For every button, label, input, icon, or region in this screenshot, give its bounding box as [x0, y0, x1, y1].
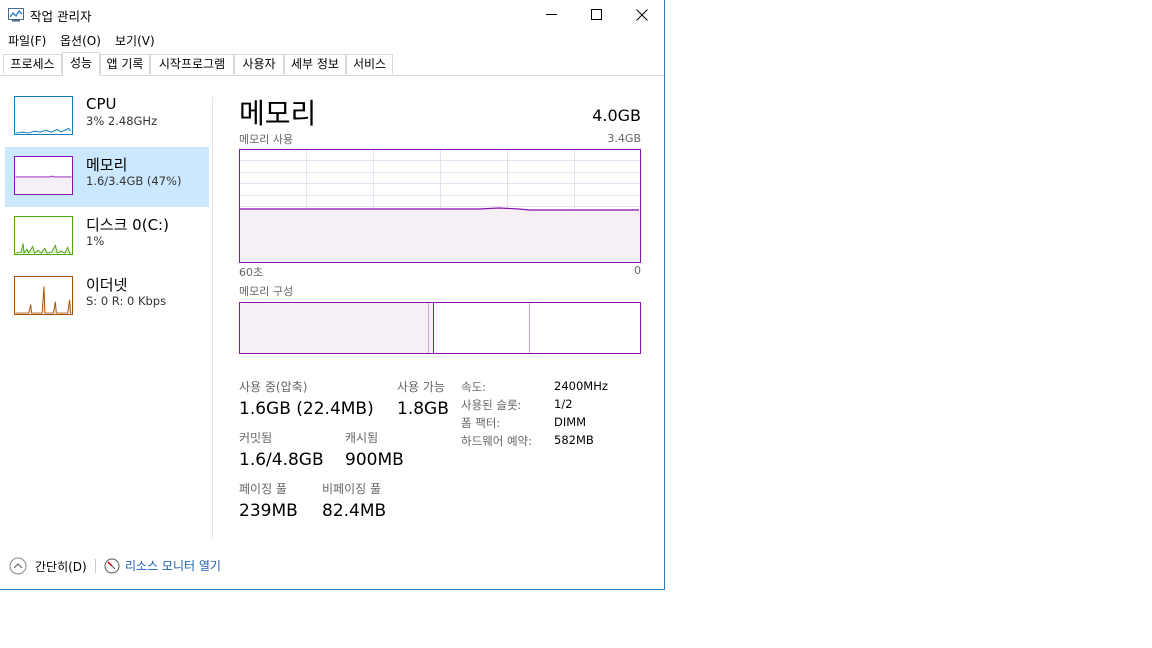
- close-icon: [636, 8, 648, 21]
- sidebar-item-ethernet[interactable]: 이더넷 S: 0 R: 0 Kbps: [5, 267, 209, 327]
- time-axis-right: 0: [634, 264, 641, 277]
- slots-label: 사용된 슬롯:: [461, 398, 522, 412]
- form-factor-value: DIMM: [554, 415, 587, 429]
- resource-monitor-label: 리소스 모니터 열기: [125, 559, 221, 573]
- fewer-details-button[interactable]: 간단히(D): [9, 557, 87, 575]
- tab-details[interactable]: 세부 정보: [284, 54, 346, 74]
- close-button[interactable]: [619, 0, 665, 29]
- in-use-segment: [240, 303, 429, 353]
- paged-pool-label: 페이징 풀: [239, 482, 287, 496]
- chevron-up-circle-icon: [9, 557, 27, 575]
- tab-strip: 프로세스 성능 앱 기록 시작프로그램 사용자 세부 정보 서비스: [0, 52, 664, 76]
- maximize-icon: [590, 9, 602, 20]
- ethernet-thumbnail-graph: [14, 276, 73, 315]
- available-value: 1.8GB: [397, 399, 449, 419]
- maximize-button[interactable]: [573, 0, 619, 29]
- slots-value: 1/2: [554, 397, 573, 411]
- footer-separator: [95, 559, 96, 573]
- memory-total: 4.0GB: [592, 106, 641, 125]
- hardware-reserved-label: 하드웨어 예약:: [461, 434, 533, 448]
- memory-composition-bar: [239, 302, 641, 354]
- time-axis-left: 60초: [239, 266, 264, 279]
- task-manager-window: 작업 관리자 파일(F) 옵션(O) 보기(V) 프로세스 성능 앱 기록 시작…: [0, 0, 665, 590]
- cpu-thumbnail-graph: [14, 96, 73, 135]
- tab-processes[interactable]: 프로세스: [3, 54, 62, 74]
- form-factor-label: 폼 팩터:: [461, 416, 501, 430]
- memory-usage-graph: [239, 149, 641, 263]
- tab-startup[interactable]: 시작프로그램: [150, 54, 234, 74]
- speed-label: 속도:: [461, 380, 487, 394]
- paged-pool-value: 239MB: [239, 501, 298, 521]
- sidebar-item-cpu[interactable]: CPU 3% 2.48GHz: [5, 87, 209, 147]
- available-label: 사용 가능: [397, 380, 445, 394]
- menu-file[interactable]: 파일(F): [8, 32, 46, 49]
- memory-usage-max: 3.4GB: [607, 132, 641, 145]
- nonpaged-pool-value: 82.4MB: [322, 501, 387, 521]
- resource-monitor-icon: [104, 558, 120, 573]
- disk-thumbnail-graph: [14, 216, 73, 255]
- hardware-reserved-value: 582MB: [554, 433, 594, 447]
- minimize-button[interactable]: [528, 0, 574, 29]
- menu-options[interactable]: 옵션(O): [60, 32, 101, 49]
- sidebar-ethernet-sub: S: 0 R: 0 Kbps: [86, 294, 167, 308]
- speed-value: 2400MHz: [554, 379, 608, 393]
- sidebar-disk-name: 디스크 0(C:): [86, 216, 169, 234]
- pane-divider: [212, 97, 213, 539]
- memory-thumbnail-graph: [14, 156, 73, 195]
- sidebar-disk-sub: 1%: [86, 234, 105, 248]
- cached-value: 900MB: [345, 450, 404, 470]
- nonpaged-pool-label: 비페이징 풀: [322, 482, 382, 496]
- in-use-value: 1.6GB (22.4MB): [239, 399, 374, 419]
- fewer-details-label: 간단히(D): [35, 559, 87, 574]
- tab-performance[interactable]: 성능: [62, 52, 100, 76]
- window-title: 작업 관리자: [30, 9, 92, 24]
- memory-composition-label: 메모리 구성: [239, 285, 294, 298]
- open-resource-monitor-link[interactable]: 리소스 모니터 열기: [104, 557, 221, 574]
- in-use-label: 사용 중(압축): [239, 380, 308, 394]
- page-title: 메모리: [239, 97, 317, 130]
- modified-segment: [429, 303, 433, 353]
- sidebar-memory-sub: 1.6/3.4GB (47%): [86, 174, 182, 188]
- memory-usage-fill: [240, 209, 640, 262]
- task-manager-app-icon: [8, 8, 24, 22]
- sidebar-cpu-name: CPU: [86, 95, 117, 113]
- sidebar-cpu-sub: 3% 2.48GHz: [86, 114, 158, 128]
- committed-value: 1.6/4.8GB: [239, 450, 324, 470]
- tab-services[interactable]: 서비스: [346, 54, 393, 74]
- footer-bar: 간단히(D) 리소스 모니터 열기: [0, 553, 664, 579]
- tab-app-history[interactable]: 앱 기록: [100, 54, 150, 74]
- sidebar-item-memory[interactable]: 메모리 1.6/3.4GB (47%): [5, 147, 209, 207]
- sidebar-item-disk[interactable]: 디스크 0(C:) 1%: [5, 207, 209, 267]
- menu-bar: 파일(F) 옵션(O) 보기(V): [0, 29, 664, 49]
- memory-usage-label: 메모리 사용: [239, 133, 294, 146]
- sidebar-ethernet-name: 이더넷: [86, 276, 128, 294]
- minimize-icon: [545, 14, 557, 15]
- cached-label: 캐시됨: [345, 431, 379, 445]
- menu-view[interactable]: 보기(V): [115, 32, 155, 49]
- committed-label: 커밋됨: [239, 431, 273, 445]
- sidebar-memory-name: 메모리: [86, 156, 128, 174]
- tab-users[interactable]: 사용자: [234, 54, 284, 74]
- title-bar[interactable]: 작업 관리자: [0, 0, 664, 29]
